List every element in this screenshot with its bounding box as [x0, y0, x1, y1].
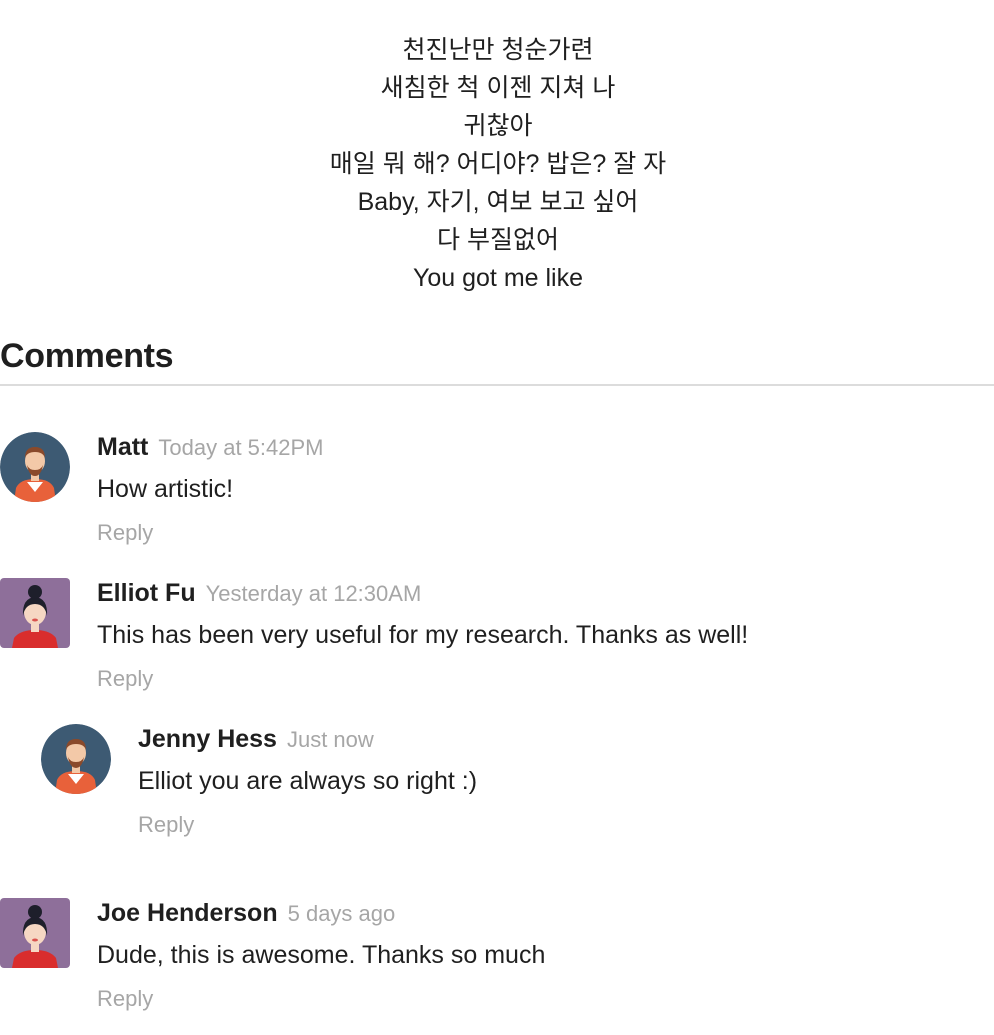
reply-button[interactable]: Reply	[97, 984, 153, 1014]
lyrics-line: 천진난만 청순가련	[402, 36, 594, 64]
comment-meta: Elliot Fu Yesterday at 12:30AM	[97, 578, 748, 608]
comment-reply: Jenny Hess Just now Elliot you are always…	[41, 724, 994, 844]
comment: Matt Today at 5:42PM How artistic! Reply	[0, 432, 994, 552]
comment-author[interactable]: Joe Henderson	[97, 899, 278, 927]
female-avatar-icon[interactable]	[0, 578, 70, 648]
lyrics-line: 매일 뭐 해? 어디야? 밥은? 잘 자	[329, 150, 667, 178]
comment-text: Elliot you are always so right :)	[138, 767, 478, 795]
comment-meta: Jenny Hess Just now	[138, 724, 477, 754]
comment-date: Yesterday at 12:30AM	[205, 581, 422, 606]
lyrics-line: You got me like	[412, 264, 584, 292]
male-avatar-icon[interactable]	[0, 432, 70, 502]
lyrics-block: 천진난만 청순가련 새침한 척 이젠 지쳐 나 귀찮아 매일 뭐 해? 어디야?…	[0, 31, 994, 297]
reply-button[interactable]: Reply	[138, 810, 194, 840]
male-avatar-icon[interactable]	[41, 724, 111, 794]
lyrics-line: 다 부질없어	[437, 226, 559, 254]
female-avatar-icon[interactable]	[0, 898, 70, 968]
comment-text: How artistic!	[97, 475, 234, 503]
comment-body: Jenny Hess Just now Elliot you are always…	[138, 724, 477, 840]
comment-author[interactable]: Elliot Fu	[97, 579, 196, 607]
lyrics-line: 새침한 척 이젠 지쳐 나	[380, 74, 616, 102]
comment: Joe Henderson 5 days ago Dude, this is aw…	[0, 898, 994, 1018]
comment-text: Dude, this is awesome. Thanks so much	[97, 941, 546, 969]
comments-title: Comments	[0, 337, 174, 375]
comment: Elliot Fu Yesterday at 12:30AM This has b…	[0, 578, 994, 698]
reply-button[interactable]: Reply	[97, 518, 153, 548]
lyrics-line: 귀찮아	[463, 112, 533, 140]
comment-body: Joe Henderson 5 days ago Dude, this is aw…	[97, 898, 545, 1014]
comment-body: Elliot Fu Yesterday at 12:30AM This has b…	[97, 578, 748, 694]
comment-body: Matt Today at 5:42PM How artistic! Reply	[97, 432, 324, 548]
comment-author[interactable]: Matt	[97, 433, 148, 461]
reply-button[interactable]: Reply	[97, 664, 153, 694]
lyrics-line: Baby, 자기, 여보 보고 싶어	[357, 188, 639, 216]
comment-date: Just now	[286, 727, 374, 752]
comment-text: This has been very useful for my researc…	[97, 621, 749, 649]
comment-date: 5 days ago	[287, 901, 396, 926]
comment-date: Today at 5:42PM	[158, 435, 324, 460]
comment-author[interactable]: Jenny Hess	[138, 725, 277, 753]
comment-meta: Matt Today at 5:42PM	[97, 432, 324, 462]
comments-header: Comments	[0, 334, 994, 386]
comment-meta: Joe Henderson 5 days ago	[97, 898, 545, 928]
